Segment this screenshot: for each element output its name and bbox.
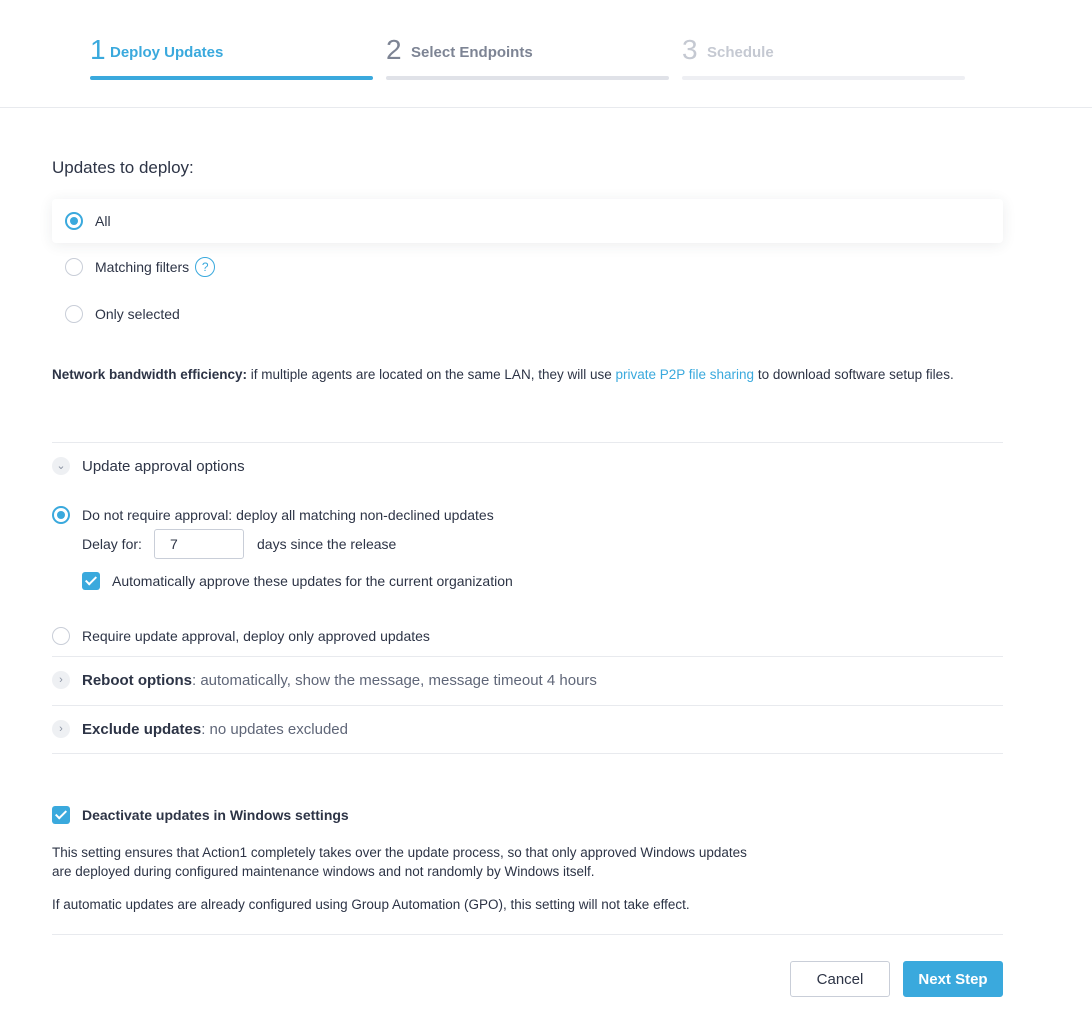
wizard-stepper: 1 Deploy Updates 2 Select Endpoints 3 Sc… bbox=[0, 0, 1092, 108]
section-title: Update approval options bbox=[82, 457, 245, 475]
radio-option-require-approval[interactable]: Require update approval, deploy only app… bbox=[52, 614, 430, 658]
divider bbox=[52, 656, 1003, 657]
radio-label: Do not require approval: deploy all matc… bbox=[82, 507, 494, 523]
radio-button-selected[interactable] bbox=[52, 506, 70, 524]
radio-button[interactable] bbox=[65, 258, 83, 276]
checkbox-checked[interactable] bbox=[82, 572, 100, 590]
step-progress-bar bbox=[386, 76, 669, 80]
deactivate-description: This setting ensures that Action1 comple… bbox=[52, 843, 822, 881]
exclude-updates-section-header[interactable]: › Exclude updates: no updates excluded bbox=[52, 720, 348, 738]
chevron-right-icon[interactable]: › bbox=[52, 671, 70, 689]
deactivate-updates-checkbox-row[interactable]: Deactivate updates in Windows settings bbox=[52, 806, 349, 824]
next-step-button[interactable]: Next Step bbox=[903, 961, 1003, 997]
radio-option-all[interactable]: All bbox=[52, 199, 1003, 243]
reboot-options-section-header[interactable]: › Reboot options: automatically, show th… bbox=[52, 671, 597, 689]
radio-option-only-selected[interactable]: Only selected bbox=[52, 292, 652, 336]
step-progress-bar bbox=[90, 76, 373, 80]
description-line: This setting ensures that Action1 comple… bbox=[52, 845, 747, 860]
step-number: 3 bbox=[682, 34, 698, 65]
cancel-button[interactable]: Cancel bbox=[790, 961, 890, 997]
step-select-endpoints[interactable]: 2 Select Endpoints bbox=[386, 32, 669, 82]
radio-option-no-approval[interactable]: Do not require approval: deploy all matc… bbox=[52, 493, 494, 537]
network-note-text: if multiple agents are located on the sa… bbox=[247, 367, 616, 382]
auto-approve-checkbox-row[interactable]: Automatically approve these updates for … bbox=[82, 572, 513, 590]
divider bbox=[52, 753, 1003, 754]
updates-to-deploy-title: Updates to deploy: bbox=[52, 158, 194, 177]
radio-button[interactable] bbox=[65, 305, 83, 323]
section-title: Exclude updates: no updates excluded bbox=[82, 721, 348, 738]
delay-days-input[interactable] bbox=[154, 529, 244, 559]
step-number: 2 bbox=[386, 34, 402, 65]
delay-suffix: days since the release bbox=[257, 536, 397, 552]
radio-button[interactable] bbox=[52, 627, 70, 645]
network-bandwidth-note: Network bandwidth efficiency: if multipl… bbox=[52, 365, 1002, 384]
exclude-title: Exclude updates bbox=[82, 720, 202, 738]
step-deploy-updates[interactable]: 1 Deploy Updates bbox=[90, 32, 373, 82]
radio-label: Matching filters bbox=[95, 259, 190, 275]
step-label: Schedule bbox=[707, 44, 774, 61]
step-number: 1 bbox=[90, 34, 106, 65]
help-icon[interactable]: ? bbox=[195, 257, 216, 277]
section-title: Reboot options: automatically, show the … bbox=[82, 672, 597, 689]
divider bbox=[52, 442, 1003, 443]
delay-label: Delay for: bbox=[82, 536, 142, 552]
checkbox-checked[interactable] bbox=[52, 806, 70, 824]
radio-button-selected[interactable] bbox=[65, 212, 83, 230]
step-label: Deploy Updates bbox=[110, 44, 224, 61]
checkbox-label: Automatically approve these updates for … bbox=[112, 573, 513, 589]
step-schedule[interactable]: 3 Schedule bbox=[682, 32, 965, 82]
radio-label: Require update approval, deploy only app… bbox=[82, 628, 430, 644]
radio-label: Only selected bbox=[95, 306, 180, 322]
reboot-title: Reboot options bbox=[82, 671, 192, 689]
radio-option-matching-filters[interactable]: Matching filters ? bbox=[52, 245, 652, 289]
network-note-bold: Network bandwidth efficiency: bbox=[52, 367, 248, 382]
description-line: are deployed during configured maintenan… bbox=[52, 864, 595, 879]
divider bbox=[52, 705, 1003, 706]
gpo-note: If automatic updates are already configu… bbox=[52, 897, 690, 912]
p2p-sharing-link[interactable]: private P2P file sharing bbox=[615, 367, 754, 382]
chevron-down-icon[interactable]: ⌄ bbox=[52, 457, 70, 475]
divider bbox=[52, 934, 1003, 935]
step-progress-bar bbox=[682, 76, 965, 80]
checkbox-label: Deactivate updates in Windows settings bbox=[82, 807, 349, 823]
network-note-text-end: to download software setup files. bbox=[754, 367, 954, 382]
radio-label: All bbox=[95, 213, 111, 229]
update-approval-section-header[interactable]: ⌄ Update approval options bbox=[52, 457, 245, 475]
reboot-summary: : automatically, show the message, messa… bbox=[191, 671, 597, 689]
step-label: Select Endpoints bbox=[411, 44, 533, 61]
exclude-summary: : no updates excluded bbox=[201, 720, 348, 738]
chevron-right-icon[interactable]: › bbox=[52, 720, 70, 738]
